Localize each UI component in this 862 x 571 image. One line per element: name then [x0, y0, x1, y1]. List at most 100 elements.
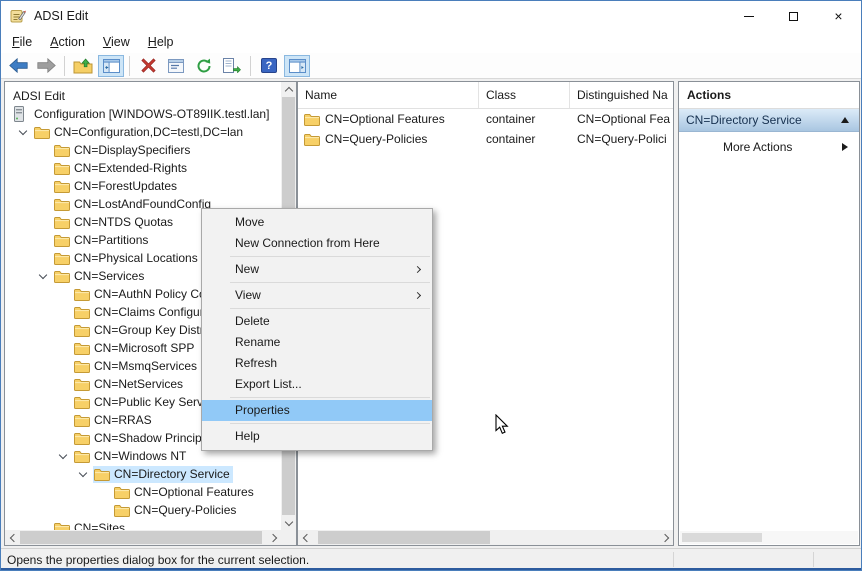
tree-item-cn-directory-service[interactable]: CN=Directory Service	[5, 465, 281, 483]
mouse-cursor	[495, 414, 509, 435]
tree-item-label: CN=Optional Features	[134, 485, 254, 499]
scrollbar-thumb[interactable]	[682, 533, 762, 542]
tree-item-configuration-windows-ot89iik-testl-lan[interactable]: Configuration [WINDOWS-OT89IIK.testl.lan…	[5, 105, 281, 123]
toolbar-export-list-button[interactable]	[219, 55, 245, 77]
context-menu: Move New Connection from Here New View Delet…	[201, 208, 433, 451]
tree-item-label: CN=Group Key Distrib	[94, 323, 213, 337]
export-list-icon	[223, 58, 241, 73]
scrollbar-thumb[interactable]	[318, 531, 490, 544]
context-menu-item-new[interactable]: New	[202, 259, 432, 280]
scroll-left-button[interactable]	[5, 530, 20, 545]
server-icon	[14, 106, 31, 122]
context-menu-item-export-list[interactable]: Export List...	[202, 374, 432, 395]
context-menu-item-rename[interactable]: Rename	[202, 332, 432, 353]
tree-item-cn-configuration-dc-testl-dc-lan[interactable]: CN=Configuration,DC=testl,DC=lan	[5, 123, 281, 141]
folder-icon	[114, 486, 131, 499]
close-button[interactable]: ×	[816, 1, 861, 31]
tree-item-cn-query-policies[interactable]: CN=Query-Policies	[5, 501, 281, 519]
results-list: CN=Optional FeaturescontainerCN=Optional…	[298, 109, 673, 149]
context-menu-item-delete[interactable]: Delete	[202, 311, 432, 332]
scrollbar-thumb[interactable]	[20, 531, 262, 544]
scroll-right-button[interactable]	[266, 530, 281, 545]
toolbar-separator	[250, 56, 251, 76]
menu-file[interactable]: File	[3, 33, 41, 51]
tree-item-label: CN=NetServices	[94, 377, 183, 391]
minimize-button[interactable]	[726, 1, 771, 31]
folder-icon	[54, 180, 71, 193]
menu-item-label: Rename	[235, 335, 280, 349]
tree-horizontal-scrollbar[interactable]	[5, 530, 281, 545]
column-header-name[interactable]: Name	[298, 82, 479, 108]
menu-item-label: Move	[235, 215, 264, 229]
toolbar-show-console-tree-button[interactable]	[98, 55, 124, 77]
column-header-distinguished-na[interactable]: Distinguished Na	[570, 82, 673, 108]
item-distinguished-name: CN=Optional Fea	[577, 112, 670, 126]
scroll-right-button[interactable]	[658, 530, 673, 545]
toolbar-up-one-level-button[interactable]	[70, 55, 96, 77]
actions-section-label: CN=Directory Service	[686, 113, 802, 127]
scroll-down-button[interactable]	[281, 515, 296, 530]
tree-item-adsi-edit[interactable]: ADSI Edit	[5, 87, 281, 105]
scroll-left-button[interactable]	[298, 530, 313, 545]
toolbar-properties-button[interactable]	[163, 55, 189, 77]
collapse-icon[interactable]	[841, 117, 849, 123]
folder-icon	[74, 450, 91, 463]
tree-item-cn-sites[interactable]: CN=Sites	[5, 519, 281, 530]
expander-icon[interactable]	[53, 455, 73, 458]
tree-item-label: CN=NTDS Quotas	[74, 215, 173, 229]
context-menu-item-properties[interactable]: Properties	[202, 400, 432, 421]
tree-item-label: CN=ForestUpdates	[74, 179, 177, 193]
scroll-left-icon	[302, 533, 310, 541]
item-class: container	[486, 132, 535, 146]
context-menu-separator	[230, 397, 430, 398]
toolbar-show-action-pane-button[interactable]	[284, 55, 310, 77]
toolbar-delete-button[interactable]	[135, 55, 161, 77]
actions-section-header[interactable]: CN=Directory Service	[679, 109, 859, 132]
expander-icon[interactable]	[73, 473, 93, 476]
maximize-button[interactable]	[771, 1, 816, 31]
context-menu-separator	[230, 423, 430, 424]
tree-item-label: CN=Shadow Principal	[94, 431, 211, 445]
toolbar-forward-button[interactable]	[33, 55, 59, 77]
menu-view[interactable]: View	[94, 33, 139, 51]
context-menu-item-move[interactable]: Move	[202, 212, 432, 233]
scroll-up-button[interactable]	[281, 82, 296, 97]
scroll-right-icon	[268, 533, 276, 541]
folder-icon	[54, 216, 71, 229]
maximize-icon	[789, 12, 798, 21]
toolbar-back-button[interactable]	[5, 55, 31, 77]
more-actions-label: More Actions	[723, 140, 792, 154]
up-one-level-icon	[73, 58, 93, 74]
more-actions-item[interactable]: More Actions	[679, 136, 859, 158]
toolbar-refresh-button[interactable]	[191, 55, 217, 77]
tree-item-cn-extended-rights[interactable]: CN=Extended-Rights	[5, 159, 281, 177]
list-item-cn-query-policies[interactable]: CN=Query-PoliciescontainerCN=Query-Polic…	[298, 129, 673, 149]
tree-item-cn-forestupdates[interactable]: CN=ForestUpdates	[5, 177, 281, 195]
tree-item-label: CN=AuthN Policy Con	[94, 287, 212, 301]
context-menu-item-view[interactable]: View	[202, 285, 432, 306]
tree-item-cn-displayspecifiers[interactable]: CN=DisplaySpecifiers	[5, 141, 281, 159]
scroll-left-icon	[9, 533, 17, 541]
folder-icon	[74, 306, 91, 319]
menu-action[interactable]: Action	[41, 33, 94, 51]
submenu-arrow-icon	[414, 292, 421, 299]
actions-horizontal-scrollbar[interactable]	[680, 531, 858, 544]
window-border	[1, 568, 861, 570]
folder-icon	[304, 133, 321, 146]
context-menu-item-refresh[interactable]: Refresh	[202, 353, 432, 374]
expander-icon[interactable]	[33, 275, 53, 278]
column-header-class[interactable]: Class	[479, 82, 570, 108]
window-title: ADSI Edit	[34, 9, 88, 23]
scroll-up-icon	[284, 86, 292, 94]
menu-help[interactable]: Help	[139, 33, 183, 51]
context-menu-item-help[interactable]: Help	[202, 426, 432, 447]
list-item-cn-optional-features[interactable]: CN=Optional FeaturescontainerCN=Optional…	[298, 109, 673, 129]
tree-item-label: CN=Sites	[74, 521, 125, 530]
list-horizontal-scrollbar[interactable]	[298, 530, 673, 545]
tree-item-cn-optional-features[interactable]: CN=Optional Features	[5, 483, 281, 501]
expander-icon[interactable]	[13, 131, 33, 134]
toolbar-help-button[interactable]: ?	[256, 55, 282, 77]
folder-icon	[54, 162, 71, 175]
back-icon	[9, 58, 28, 73]
context-menu-item-new-connection-from-here[interactable]: New Connection from Here	[202, 233, 432, 254]
